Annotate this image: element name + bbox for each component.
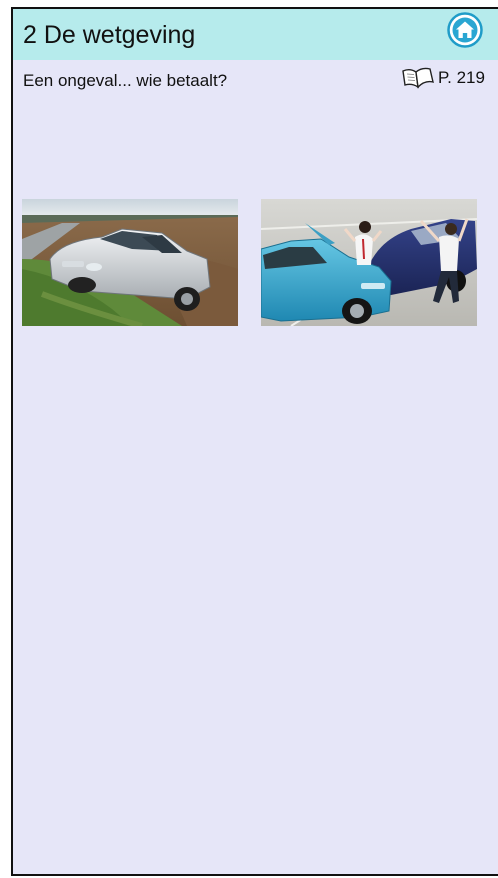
page-title: 2 De wetgeving [23,21,196,49]
home-button[interactable] [447,12,483,48]
car-accident-argument-photo [261,199,477,326]
home-icon [447,12,483,48]
page-reference-link[interactable]: P. 219 [400,65,485,91]
page-frame: 2 De wetgeving Een ongeval... wie betaal… [11,7,498,876]
page-reference-label: P. 219 [438,68,485,87]
car-in-ditch-photo [22,199,238,326]
header-bar: 2 De wetgeving [13,9,498,60]
open-book-icon [402,67,434,89]
subtitle-text: Een ongeval... wie betaalt? [23,71,228,90]
